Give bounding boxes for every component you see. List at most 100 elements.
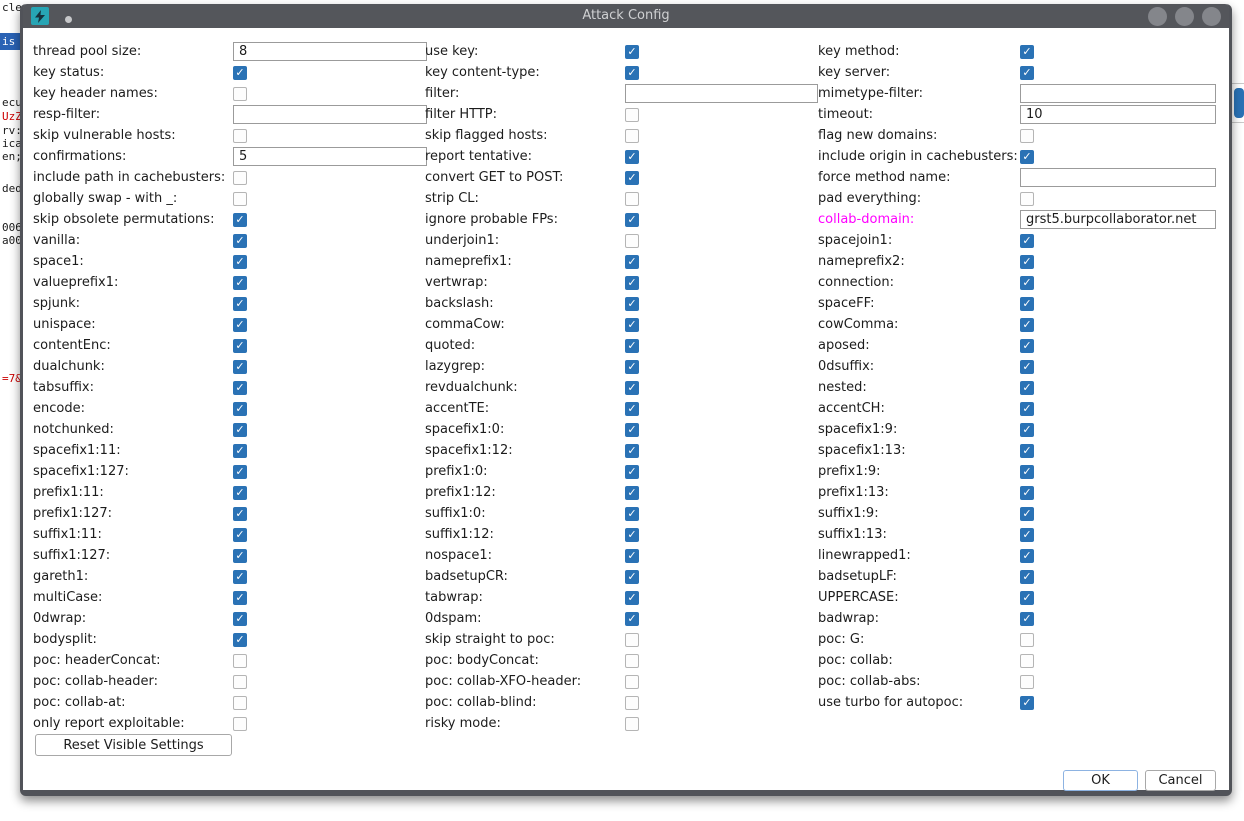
gareth1-checkbox[interactable]: ✓	[233, 570, 247, 584]
tabwrap-checkbox[interactable]: ✓	[625, 591, 639, 605]
prefix1-127-checkbox[interactable]: ✓	[233, 507, 247, 521]
poc-collab-abs-checkbox[interactable]	[1020, 675, 1034, 689]
globally-swap-with-checkbox[interactable]	[233, 192, 247, 206]
report-tentative-checkbox[interactable]: ✓	[625, 150, 639, 164]
spacefix1-9-checkbox[interactable]: ✓	[1020, 423, 1034, 437]
connection-checkbox[interactable]: ✓	[1020, 276, 1034, 290]
maximize-button[interactable]	[1175, 7, 1194, 26]
vertwrap-checkbox[interactable]: ✓	[625, 276, 639, 290]
key-method-checkbox[interactable]: ✓	[1020, 45, 1034, 59]
suffix1-9-checkbox[interactable]: ✓	[1020, 507, 1034, 521]
include-path-in-cachebusters-checkbox[interactable]	[233, 171, 247, 185]
filter-http-checkbox[interactable]	[625, 108, 639, 122]
commacow-checkbox[interactable]: ✓	[625, 318, 639, 332]
key-header-names-checkbox[interactable]	[233, 87, 247, 101]
vanilla-checkbox[interactable]: ✓	[233, 234, 247, 248]
nospace1-checkbox[interactable]: ✓	[625, 549, 639, 563]
suffix1-12-checkbox[interactable]: ✓	[625, 528, 639, 542]
aposed-checkbox[interactable]: ✓	[1020, 339, 1034, 353]
0dspam-checkbox[interactable]: ✓	[625, 612, 639, 626]
poc-collab-xfo-header-checkbox[interactable]	[625, 675, 639, 689]
spacefix1-12-checkbox[interactable]: ✓	[625, 444, 639, 458]
backslash-checkbox[interactable]: ✓	[625, 297, 639, 311]
underjoin1-checkbox[interactable]	[625, 234, 639, 248]
poc-bodyconcat-checkbox[interactable]	[625, 654, 639, 668]
cowcomma-checkbox[interactable]: ✓	[1020, 318, 1034, 332]
encode-checkbox[interactable]: ✓	[233, 402, 247, 416]
badsetupcr-checkbox[interactable]: ✓	[625, 570, 639, 584]
badsetuplf-checkbox[interactable]: ✓	[1020, 570, 1034, 584]
multicase-checkbox[interactable]: ✓	[233, 591, 247, 605]
resp-filter-input[interactable]	[233, 105, 427, 124]
spjunk-checkbox[interactable]: ✓	[233, 297, 247, 311]
skip-obsolete-permutations-checkbox[interactable]: ✓	[233, 213, 247, 227]
skip-straight-to-poc-checkbox[interactable]	[625, 633, 639, 647]
key-status-checkbox[interactable]: ✓	[233, 66, 247, 80]
prefix1-11-checkbox[interactable]: ✓	[233, 486, 247, 500]
nested-checkbox[interactable]: ✓	[1020, 381, 1034, 395]
prefix1-12-checkbox[interactable]: ✓	[625, 486, 639, 500]
0dwrap-checkbox[interactable]: ✓	[233, 612, 247, 626]
quoted-checkbox[interactable]: ✓	[625, 339, 639, 353]
revdualchunk-checkbox[interactable]: ✓	[625, 381, 639, 395]
0dsuffix-checkbox[interactable]: ✓	[1020, 360, 1034, 374]
key-server-checkbox[interactable]: ✓	[1020, 66, 1034, 80]
dialog-titlebar[interactable]: Attack Config	[23, 4, 1229, 28]
close-button[interactable]	[1202, 7, 1221, 26]
prefix1-0-checkbox[interactable]: ✓	[625, 465, 639, 479]
accentch-checkbox[interactable]: ✓	[1020, 402, 1034, 416]
poc-collab-at-checkbox[interactable]	[233, 696, 247, 710]
skip-flagged-hosts-checkbox[interactable]	[625, 129, 639, 143]
spacefix1-0-checkbox[interactable]: ✓	[625, 423, 639, 437]
timeout-input[interactable]	[1020, 105, 1216, 124]
ignore-probable-fps-checkbox[interactable]: ✓	[625, 213, 639, 227]
poc-collab-header-checkbox[interactable]	[233, 675, 247, 689]
skip-vulnerable-hosts-checkbox[interactable]	[233, 129, 247, 143]
minimize-button[interactable]	[1148, 7, 1167, 26]
nameprefix2-checkbox[interactable]: ✓	[1020, 255, 1034, 269]
linewrapped1-checkbox[interactable]: ✓	[1020, 549, 1034, 563]
badwrap-checkbox[interactable]: ✓	[1020, 612, 1034, 626]
poc-headerconcat-checkbox[interactable]	[233, 654, 247, 668]
cancel-button[interactable]: Cancel	[1145, 770, 1216, 791]
ok-button[interactable]: OK	[1063, 770, 1138, 791]
contentenc-checkbox[interactable]: ✓	[233, 339, 247, 353]
poc-collab-blind-checkbox[interactable]	[625, 696, 639, 710]
use-key-checkbox[interactable]: ✓	[625, 45, 639, 59]
only-report-exploitable-checkbox[interactable]	[233, 717, 247, 731]
thread-pool-size-input[interactable]	[233, 42, 427, 61]
confirmations-input[interactable]	[233, 147, 427, 166]
space1-checkbox[interactable]: ✓	[233, 255, 247, 269]
reset-visible-settings-button[interactable]: Reset Visible Settings	[35, 734, 232, 756]
uppercase-checkbox[interactable]: ✓	[1020, 591, 1034, 605]
prefix1-13-checkbox[interactable]: ✓	[1020, 486, 1034, 500]
pad-everything-checkbox[interactable]	[1020, 192, 1034, 206]
risky-mode-checkbox[interactable]	[625, 717, 639, 731]
filter-input[interactable]	[625, 84, 818, 103]
poc-g-checkbox[interactable]	[1020, 633, 1034, 647]
use-turbo-for-autopoc-checkbox[interactable]: ✓	[1020, 696, 1034, 710]
suffix1-127-checkbox[interactable]: ✓	[233, 549, 247, 563]
nameprefix1-checkbox[interactable]: ✓	[625, 255, 639, 269]
spacefix1-13-checkbox[interactable]: ✓	[1020, 444, 1034, 458]
spacefix1-127-checkbox[interactable]: ✓	[233, 465, 247, 479]
mimetype-filter-input[interactable]	[1020, 84, 1216, 103]
lazygrep-checkbox[interactable]: ✓	[625, 360, 639, 374]
suffix1-13-checkbox[interactable]: ✓	[1020, 528, 1034, 542]
convert-get-to-post-checkbox[interactable]: ✓	[625, 171, 639, 185]
notchunked-checkbox[interactable]: ✓	[233, 423, 247, 437]
accentte-checkbox[interactable]: ✓	[625, 402, 639, 416]
include-origin-in-cachebusters-checkbox[interactable]: ✓	[1020, 150, 1034, 164]
prefix1-9-checkbox[interactable]: ✓	[1020, 465, 1034, 479]
poc-collab-checkbox[interactable]	[1020, 654, 1034, 668]
spacefix1-11-checkbox[interactable]: ✓	[233, 444, 247, 458]
unispace-checkbox[interactable]: ✓	[233, 318, 247, 332]
collab-domain-input[interactable]	[1020, 210, 1216, 229]
suffix1-11-checkbox[interactable]: ✓	[233, 528, 247, 542]
dualchunk-checkbox[interactable]: ✓	[233, 360, 247, 374]
key-content-type-checkbox[interactable]: ✓	[625, 66, 639, 80]
tabsuffix-checkbox[interactable]: ✓	[233, 381, 247, 395]
flag-new-domains-checkbox[interactable]	[1020, 129, 1034, 143]
strip-cl-checkbox[interactable]	[625, 192, 639, 206]
force-method-name-input[interactable]	[1020, 168, 1216, 187]
